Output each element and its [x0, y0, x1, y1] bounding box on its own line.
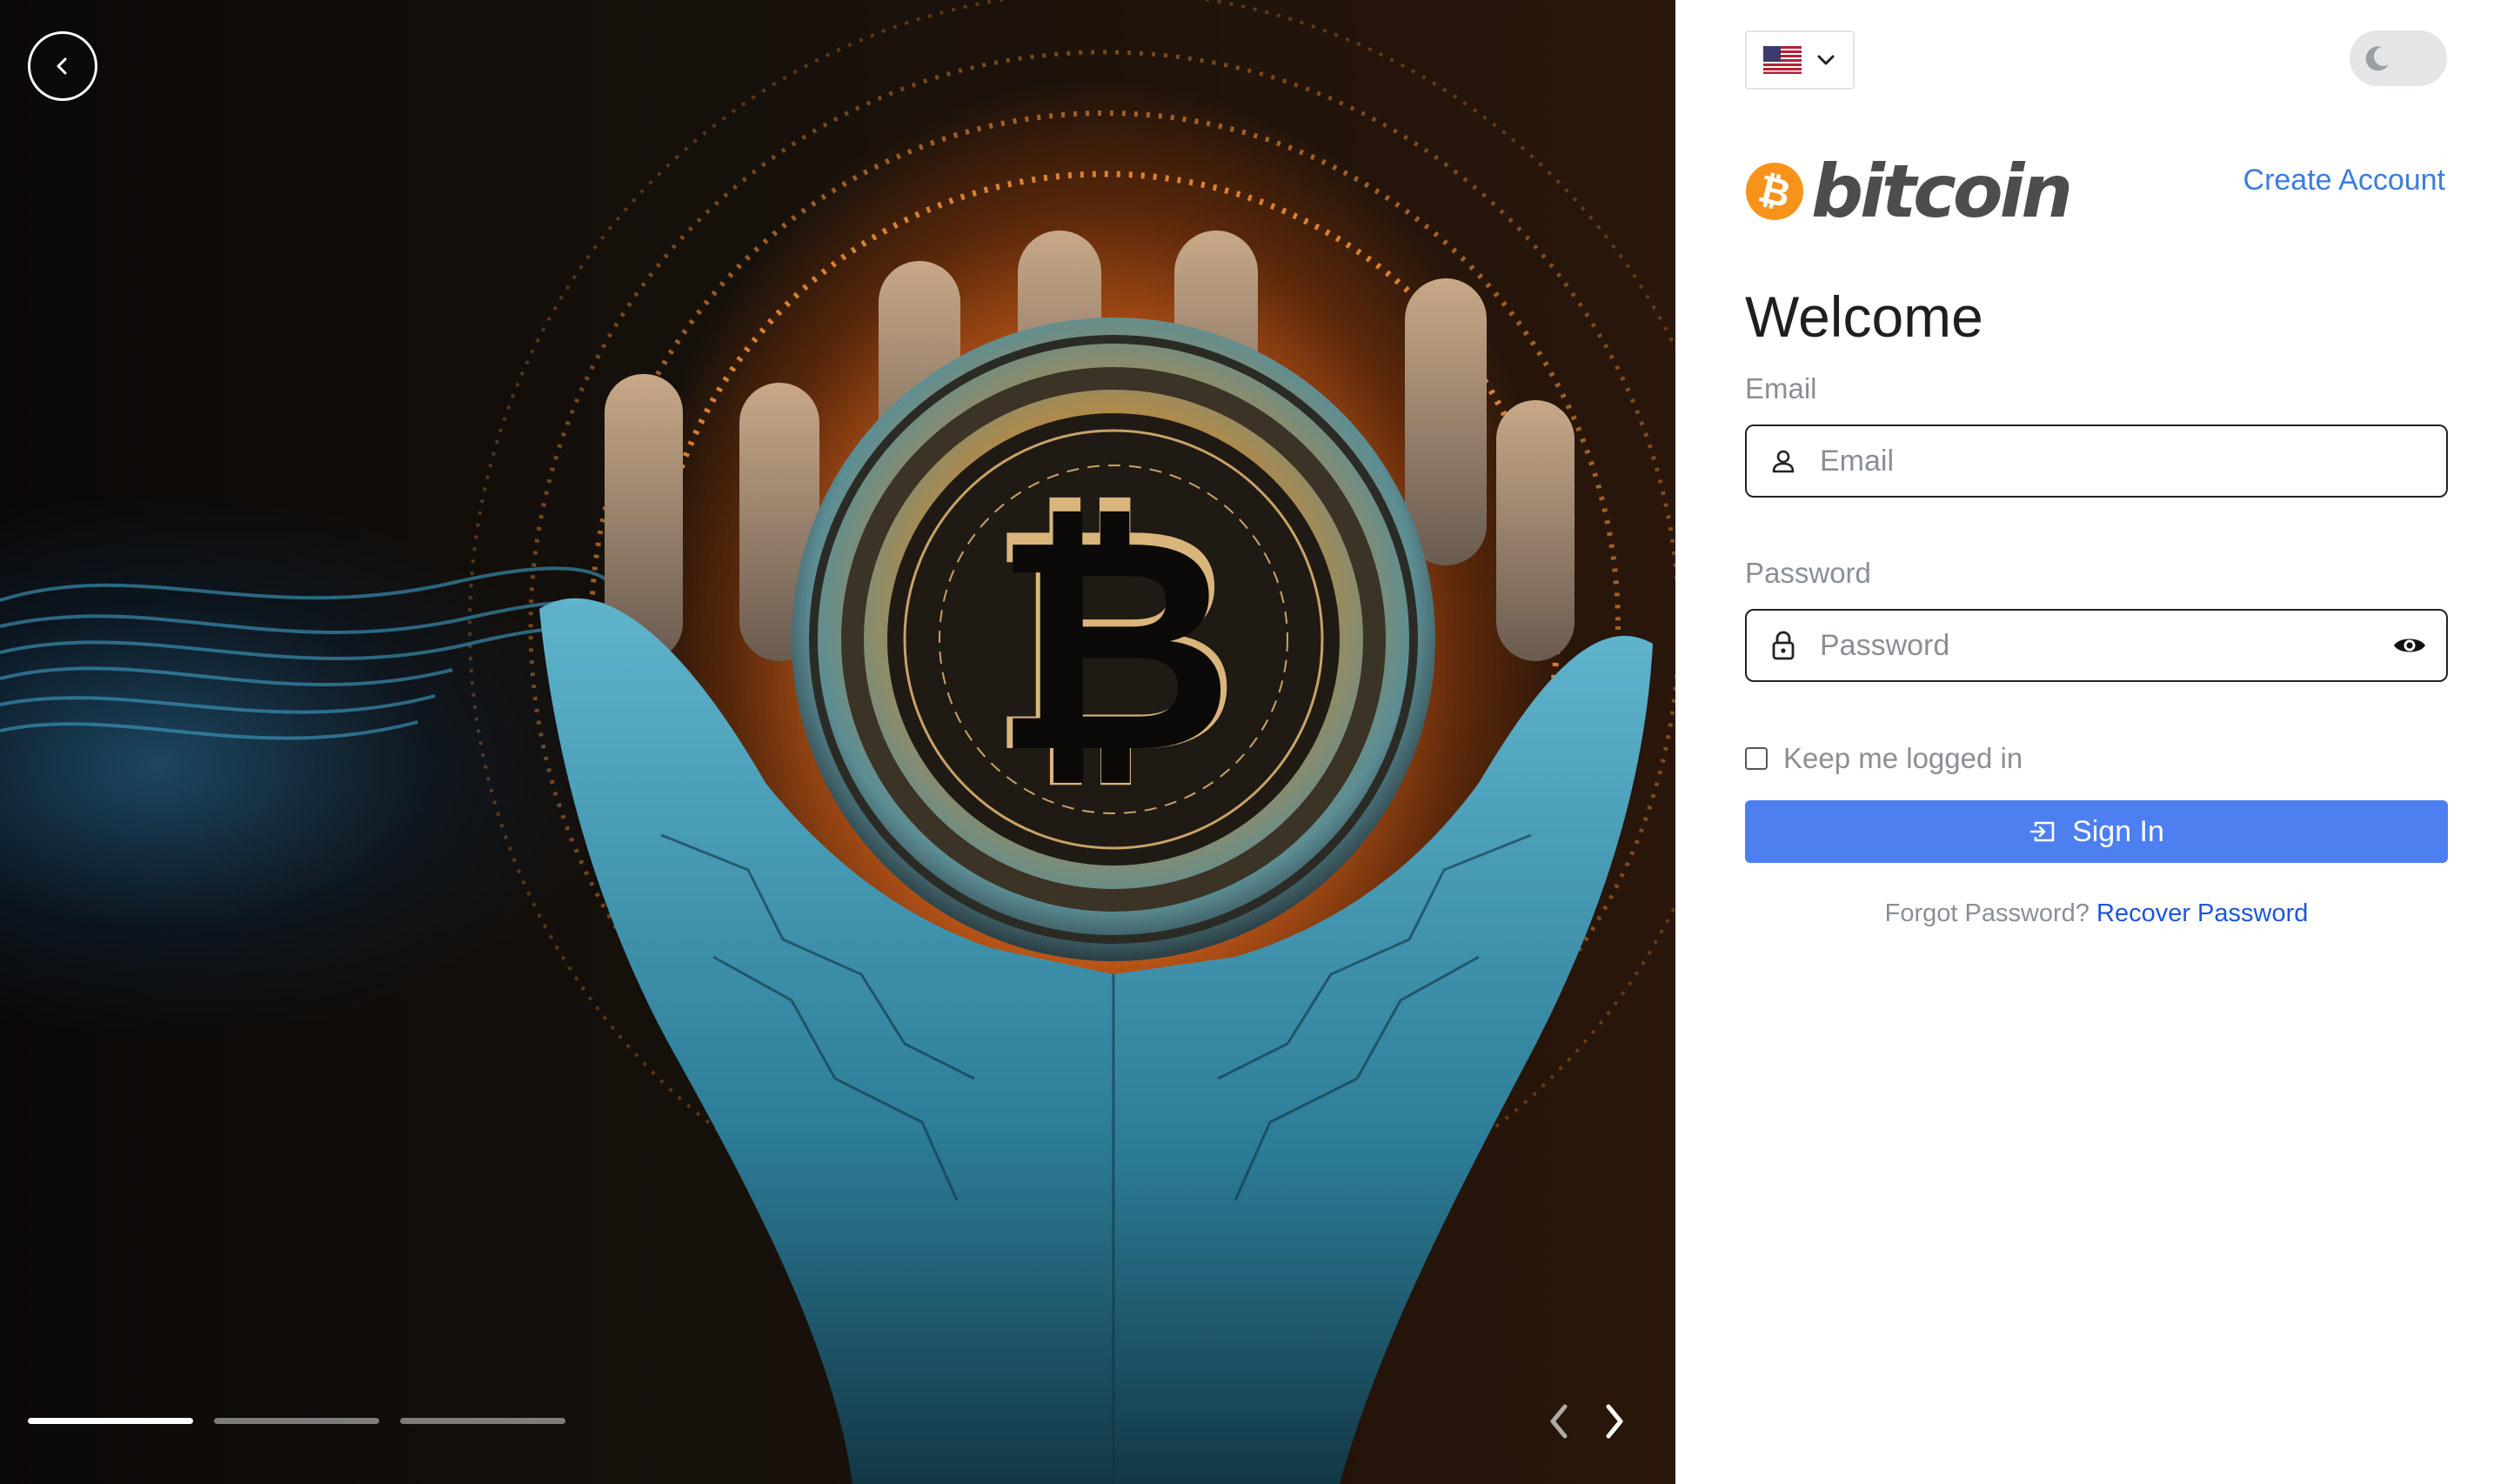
logo-wordmark: bitcoin — [1811, 149, 2073, 234]
lock-icon — [1747, 611, 1820, 680]
chevron-left-icon — [1550, 1404, 1568, 1439]
moon-icon — [2362, 43, 2393, 74]
chevron-left-icon — [57, 57, 67, 75]
chevron-right-icon — [1606, 1404, 1623, 1439]
hero-carousel: ₿ ₿ — [0, 0, 1675, 1484]
slide-indicator-1[interactable] — [28, 1418, 193, 1424]
eye-icon[interactable] — [2373, 611, 2446, 680]
carousel-nav — [1540, 1399, 1634, 1444]
next-slide-button[interactable] — [1595, 1399, 1634, 1444]
previous-slide-button[interactable] — [1540, 1399, 1578, 1444]
keep-logged-in-checkbox[interactable] — [1745, 747, 1768, 770]
bitcoin-icon: ₿ — [1746, 163, 1803, 220]
page-title: Welcome — [1745, 284, 1983, 349]
sign-in-label: Sign In — [2072, 814, 2164, 848]
email-field — [1745, 424, 2448, 498]
user-icon — [1747, 426, 1820, 496]
slide-indicators — [28, 1418, 565, 1424]
hero-image: ₿ ₿ — [0, 0, 1675, 1484]
us-flag-icon — [1763, 46, 1802, 74]
password-label: Password — [1745, 557, 1871, 589]
recover-password-link[interactable]: Recover Password — [2096, 899, 2308, 927]
email-label: Email — [1745, 372, 1817, 404]
theme-toggle[interactable] — [2350, 30, 2447, 86]
slide-indicator-3[interactable] — [400, 1418, 565, 1424]
sign-in-button[interactable]: Sign In — [1745, 800, 2448, 863]
forgot-password: Forgot Password? Recover Password — [1745, 899, 2448, 928]
back-button[interactable] — [28, 31, 97, 101]
keep-logged-in-label: Keep me logged in — [1783, 742, 2023, 774]
email-input[interactable] — [1820, 426, 2446, 496]
bitcoin-logo: ₿ bitcoin — [1745, 149, 2073, 234]
chevron-down-icon — [1817, 55, 1835, 65]
forgot-password-text: Forgot Password? — [1884, 899, 2089, 927]
slide-indicator-2[interactable] — [214, 1418, 379, 1424]
password-field — [1745, 609, 2448, 682]
create-account-link[interactable]: Create Account — [2243, 164, 2445, 197]
password-input[interactable] — [1820, 611, 2373, 680]
svg-text:₿: ₿ — [993, 474, 1234, 819]
keep-logged-in: Keep me logged in — [1745, 742, 2023, 775]
language-select[interactable] — [1745, 30, 1855, 90]
sign-in-icon — [2029, 821, 2055, 842]
login-panel: ₿ bitcoin Create Account Welcome Email P… — [1675, 0, 2514, 1484]
